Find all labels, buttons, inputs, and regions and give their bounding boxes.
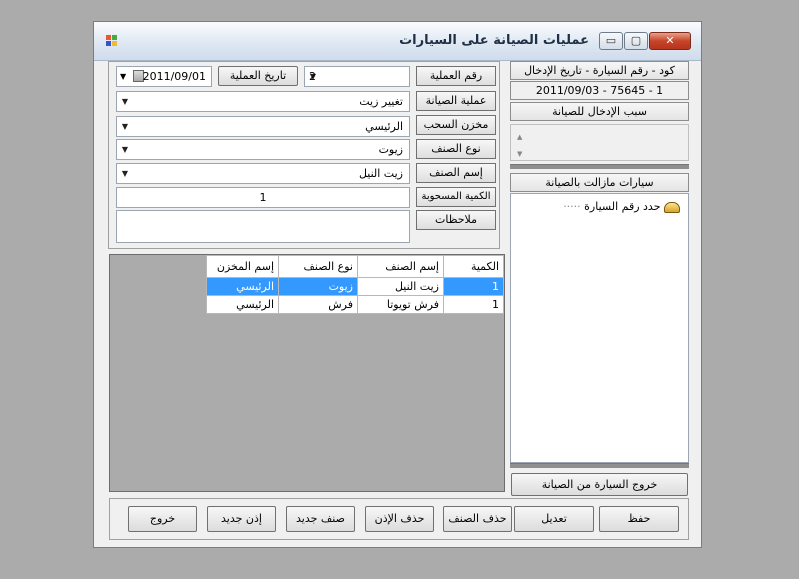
tree-line: ····· [563, 200, 581, 213]
operation-number-combo[interactable]: ▼ 2 [304, 66, 410, 87]
quantity-input[interactable]: 1 [116, 187, 410, 208]
scroll-down-icon[interactable]: ▼ [517, 145, 522, 164]
withdraw-store-value: الرئيسي [365, 120, 403, 133]
edit-button[interactable]: تعديل [514, 506, 594, 532]
table-row[interactable]: الرئيسي زيوت زيت النيل 1 [206, 277, 504, 296]
table-row[interactable]: الرئيسي فرش فرش تويوتا 1 [206, 295, 504, 314]
dropdown-arrow-icon: ▼ [121, 169, 129, 178]
save-button[interactable]: حفظ [599, 506, 679, 532]
exit-button[interactable]: خروج [128, 506, 197, 532]
maintenance-operation-value: تغيير زيت [359, 95, 403, 108]
tree-node-label: حدد رقم السيارة [584, 200, 661, 213]
item-name-label: إسم الصنف [416, 163, 496, 183]
operation-number-value: 2 [309, 70, 316, 83]
app-icon [106, 35, 118, 47]
items-grid[interactable]: إسم المخزن نوع الصنف إسم الصنف الكمية ال… [109, 254, 505, 492]
operation-date-button[interactable]: تاريخ العملية [218, 66, 298, 86]
column-header[interactable]: إسم الصنف [357, 255, 444, 278]
item-name-value: زيت النيل [358, 167, 403, 180]
dropdown-arrow-icon: ▼ [121, 122, 129, 131]
dropdown-arrow-icon: ▼ [121, 145, 129, 154]
table-cell[interactable]: الرئيسي [206, 295, 279, 314]
table-cell[interactable]: فرش [278, 295, 358, 314]
column-header[interactable]: نوع الصنف [278, 255, 358, 278]
title-bar: عمليات الصيانة على السيارات ▭ ▢ ✕ [94, 22, 701, 61]
operation-date-picker[interactable]: ▼ 2011/09/01 [116, 66, 212, 87]
car-value: 1 - 75645 - 2011/09/03 [510, 81, 689, 100]
delete-item-button[interactable]: حذف الصنف [443, 506, 512, 532]
items-table: إسم المخزن نوع الصنف إسم الصنف الكمية ال… [206, 255, 504, 314]
table-cell[interactable]: 1 [443, 295, 504, 314]
delete-permit-button[interactable]: حذف الإذن [365, 506, 434, 532]
maintenance-operation-label: عملية الصيانة [416, 91, 496, 111]
new-item-button[interactable]: صنف جديد [286, 506, 355, 532]
maintenance-operation-combo[interactable]: ▼ تغيير زيت [116, 91, 410, 112]
table-cell[interactable]: 1 [443, 277, 504, 296]
table-cell[interactable]: زيوت [278, 277, 358, 296]
item-name-combo[interactable]: ▼ زيت النيل [116, 163, 410, 184]
exit-car-button[interactable]: خروج السيارة من الصيانة [511, 473, 688, 496]
cars-header-label: سيارات مازالت بالصيانة [510, 173, 689, 192]
column-header[interactable]: الكمية [443, 255, 504, 278]
operation-date-value: 2011/09/01 [142, 70, 206, 83]
close-button[interactable]: ✕ [649, 32, 691, 50]
separator [510, 164, 689, 169]
notes-textarea[interactable] [116, 210, 410, 243]
maximize-button[interactable]: ▢ [624, 32, 648, 50]
table-cell[interactable]: فرش تويوتا [357, 295, 444, 314]
item-type-combo[interactable]: ▼ زيوت [116, 139, 410, 160]
minimize-button[interactable]: ▭ [599, 32, 623, 50]
window-title: عمليات الصيانة على السيارات [399, 33, 589, 48]
table-cell[interactable]: الرئيسي [206, 277, 279, 296]
cars-tree[interactable]: حدد رقم السيارة ····· [510, 193, 689, 463]
operation-number-label: رقم العملية [416, 66, 496, 86]
notes-label: ملاحظات [416, 210, 496, 230]
reason-header-label: سبب الإدخال للصيانة [510, 102, 689, 121]
tree-node[interactable]: حدد رقم السيارة ····· [563, 200, 680, 213]
withdraw-store-label: مخزن السحب [416, 115, 496, 135]
car-header-label: كود - رقم السيارة - تاريخ الإدخال [510, 61, 689, 80]
dropdown-arrow-icon: ▼ [120, 72, 127, 81]
new-permit-button[interactable]: إذن جديد [207, 506, 276, 532]
maintenance-window: عمليات الصيانة على السيارات ▭ ▢ ✕ ▼ 2011… [93, 21, 702, 548]
item-type-label: نوع الصنف [416, 139, 496, 159]
quantity-label: الكمية المسحوبة [416, 187, 496, 207]
withdraw-store-combo[interactable]: ▼ الرئيسي [116, 116, 410, 137]
reason-list[interactable]: ▲ ▼ [510, 124, 689, 161]
item-type-value: زيوت [378, 143, 403, 156]
dropdown-arrow-icon: ▼ [121, 97, 129, 106]
car-folder-icon [664, 201, 680, 213]
column-header[interactable]: إسم المخزن [206, 255, 279, 278]
separator [510, 463, 689, 468]
table-cell[interactable]: زيت النيل [357, 277, 444, 296]
